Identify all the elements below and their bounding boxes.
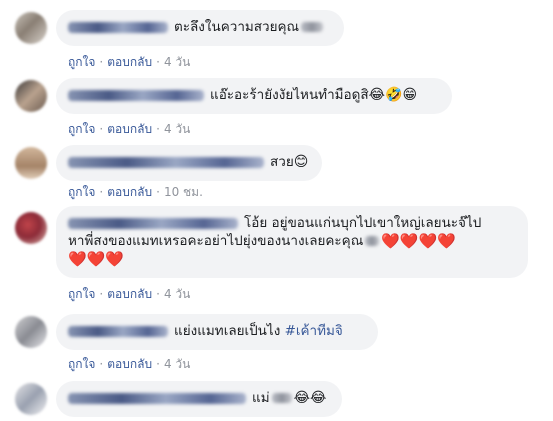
redacted-text <box>271 393 292 403</box>
reply-link[interactable]: ตอบกลับ <box>107 122 152 136</box>
comment-time[interactable]: 10 ชม. <box>164 185 203 199</box>
comment-text: แอ๊ะอะร้ายังงัยไหนทำมือดูสิ <box>210 87 369 103</box>
like-link[interactable]: ถูกใจ <box>68 185 95 199</box>
hashtag-link[interactable]: #เค้าทีมจิ <box>285 323 343 339</box>
comment-text: แย่งแมทเลยเป็นไง <box>174 323 281 339</box>
comment-text: สวย <box>270 154 294 170</box>
emoji-reactions: 😂😂 <box>293 390 327 406</box>
avatar[interactable] <box>15 80 47 112</box>
comment-actions: ถูกใจ · ตอบกลับ · 10 ชม. <box>68 185 203 199</box>
comment-time[interactable]: 4 วัน <box>164 122 190 136</box>
commenter-name-blurred[interactable] <box>68 217 238 229</box>
like-link[interactable]: ถูกใจ <box>68 122 95 136</box>
comment-bubble: ตะลึงในความสวยคุณ <box>56 10 344 46</box>
avatar[interactable] <box>15 12 47 44</box>
comment-actions: ถูกใจ · ตอบกลับ · 4 วัน <box>68 357 191 371</box>
comment-text-line1: โอ้ย อยู่ขอนแก่นบุกไปเขาใหญ่เลยนะจ๊ไป <box>244 215 482 231</box>
comment-actions: ถูกใจ · ตอบกลับ · 4 วัน <box>68 55 191 69</box>
emoji-reactions: 😊 <box>293 154 309 170</box>
comment-text: แม่ <box>252 390 270 406</box>
comment-time[interactable]: 4 วัน <box>164 55 190 69</box>
comment-time[interactable]: 4 วัน <box>164 357 190 371</box>
reply-link[interactable]: ตอบกลับ <box>107 185 152 199</box>
redacted-text <box>301 22 324 32</box>
heart-emojis: ❤️❤️❤️❤️ <box>381 232 456 250</box>
comment-actions: ถูกใจ · ตอบกลับ · 4 วัน <box>68 122 191 136</box>
like-link[interactable]: ถูกใจ <box>68 287 95 301</box>
comment-text: ตะลึงในความสวยคุณ <box>174 19 300 35</box>
commenter-name-blurred[interactable] <box>68 325 168 337</box>
comment-text-line2: หาพี่สงของแมทเหรอคะอย่าไปยุ่งของนางเลยคะ… <box>68 233 364 249</box>
comment-bubble: แย่งแมทเลยเป็นไง #เค้าทีมจิ <box>56 314 378 350</box>
redacted-text <box>365 236 380 246</box>
comment-bubble: โอ้ย อยู่ขอนแก่นบุกไปเขาใหญ่เลยนะจ๊ไป หา… <box>56 206 528 278</box>
avatar[interactable] <box>15 316 47 348</box>
avatar[interactable] <box>15 383 47 415</box>
reply-link[interactable]: ตอบกลับ <box>107 55 152 69</box>
like-link[interactable]: ถูกใจ <box>68 55 95 69</box>
reply-link[interactable]: ตอบกลับ <box>107 357 152 371</box>
avatar[interactable] <box>15 147 47 179</box>
comment-bubble: แอ๊ะอะร้ายังงัยไหนทำมือดูสิ😂🤣😁 <box>56 78 452 114</box>
emoji-reactions: 😂🤣😁 <box>368 87 418 103</box>
comment-bubble: สวย😊 <box>56 145 322 181</box>
commenter-name-blurred[interactable] <box>68 89 204 101</box>
reply-link[interactable]: ตอบกลับ <box>107 287 152 301</box>
like-link[interactable]: ถูกใจ <box>68 357 95 371</box>
comment-bubble: แม่ 😂😂 <box>56 381 342 417</box>
comment-time[interactable]: 4 วัน <box>164 287 190 301</box>
commenter-name-blurred[interactable] <box>68 21 168 33</box>
comment-actions: ถูกใจ · ตอบกลับ · 4 วัน <box>68 287 191 301</box>
heart-emojis: ❤️❤️❤️ <box>68 250 125 268</box>
avatar[interactable] <box>15 212 47 244</box>
commenter-name-blurred[interactable] <box>68 392 246 404</box>
commenter-name-blurred[interactable] <box>68 156 264 168</box>
